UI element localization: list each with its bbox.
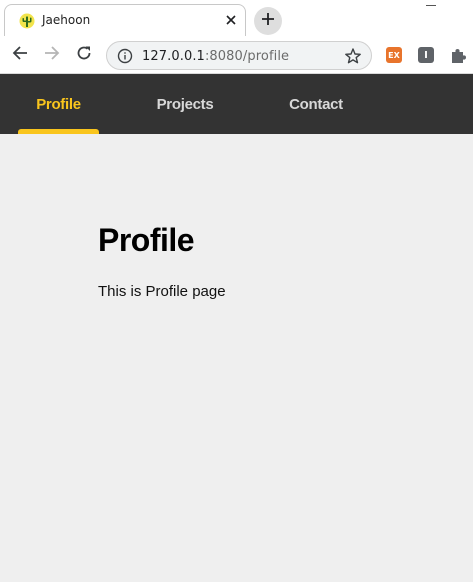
tab-strip: Jaehoon [0, 0, 473, 36]
site-nav-bar: Profile Projects Contact [0, 74, 473, 134]
cactus-icon [19, 13, 35, 29]
extension-i-button[interactable]: I [418, 47, 434, 63]
plus-icon [261, 12, 275, 31]
url-path: :8080/profile [204, 49, 290, 64]
nav-link-projects[interactable]: Projects [144, 74, 226, 134]
reload-button[interactable] [72, 43, 96, 67]
address-bar[interactable]: 127.0.0.1:8080/profile [106, 41, 372, 70]
page-description: This is Profile page [98, 283, 226, 300]
extension-ex-button[interactable]: EX [386, 47, 402, 63]
browser-tab[interactable]: Jaehoon [4, 4, 246, 36]
arrow-right-icon [44, 45, 60, 66]
arrow-left-icon [12, 45, 28, 66]
url-host: 127.0.0.1 [142, 49, 205, 64]
close-icon[interactable] [223, 12, 239, 28]
nav-link-profile[interactable]: Profile [18, 74, 99, 134]
new-tab-button[interactable] [254, 7, 282, 35]
puzzle-icon[interactable] [449, 46, 467, 64]
page-title: Profile [98, 222, 195, 258]
star-icon[interactable] [344, 47, 362, 65]
back-button[interactable] [8, 43, 32, 67]
active-nav-indicator [18, 129, 99, 134]
url-text: 127.0.0.1:8080/profile [142, 49, 289, 64]
tab-title: Jaehoon [42, 13, 91, 27]
reload-icon [76, 45, 92, 66]
minimize-button[interactable] [426, 5, 436, 6]
info-icon[interactable] [117, 48, 133, 64]
browser-toolbar: 127.0.0.1:8080/profile EX I [0, 36, 473, 74]
forward-button[interactable] [40, 43, 64, 67]
nav-link-contact[interactable]: Contact [275, 74, 357, 134]
